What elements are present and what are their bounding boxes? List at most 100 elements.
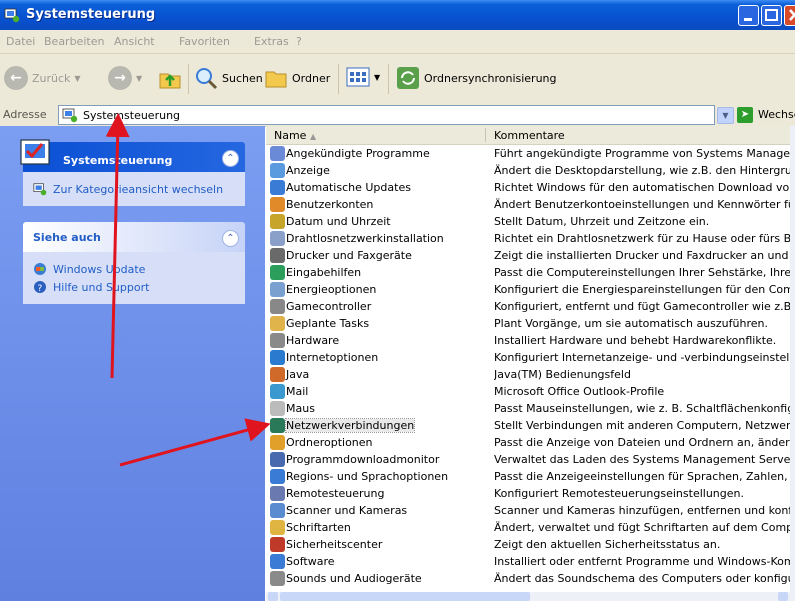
item-name: Ordneroptionen — [286, 436, 373, 449]
item-name: Sicherheitscenter — [286, 538, 383, 551]
list-item[interactable]: Remotesteuerung Konfiguriert Remotesteuer… — [266, 485, 790, 502]
list-item[interactable]: Schriftarten Ändert, verwaltet und fügt S… — [266, 519, 790, 536]
item-icon — [270, 248, 285, 263]
list-item[interactable]: Mail Microsoft Office Outlook-Profile — [266, 383, 790, 400]
list-item[interactable]: Geplante Tasks Plant Vorgänge, um sie aut… — [266, 315, 790, 332]
scroll-right-icon[interactable] — [778, 592, 788, 601]
list-item[interactable]: Programmdownloadmonitor Verwaltet das Lad… — [266, 451, 790, 468]
list-item[interactable]: Gamecontroller Konfiguriert, entfernt und… — [266, 298, 790, 315]
forward-button[interactable]: → ▼ — [108, 66, 142, 90]
sort-ascending-icon: ▲ — [309, 132, 317, 141]
list-item[interactable]: Energieoptionen Konfiguriert die Energies… — [266, 281, 790, 298]
list-item[interactable]: Automatische Updates Richtet Windows für … — [266, 179, 790, 196]
address-bar: Adresse Systemsteuerung ▼ ➤ Wechseln zu — [0, 104, 795, 127]
item-name: Automatische Updates — [286, 181, 411, 194]
item-name: Netzwerkverbindungen — [284, 418, 416, 433]
help-icon: ? — [34, 281, 46, 294]
window-title: Systemsteuerung — [26, 7, 156, 22]
address-input[interactable]: Systemsteuerung — [58, 105, 715, 125]
list-item[interactable]: Drucker und Faxgeräte Zeigt die installie… — [266, 247, 790, 264]
title-bar[interactable]: Systemsteuerung — [0, 0, 795, 30]
close-icon — [789, 9, 795, 21]
item-icon — [270, 452, 285, 467]
column-name-header[interactable]: Name ▲ — [274, 129, 316, 142]
item-icon — [270, 146, 285, 161]
menu-bar: Datei Bearbeiten Ansicht Favoriten Extra… — [0, 30, 795, 82]
item-icon — [270, 486, 285, 501]
list-item[interactable]: Datum und Uhrzeit Stellt Datum, Uhrzeit u… — [266, 213, 790, 230]
forward-arrow-icon: → — [108, 66, 132, 90]
item-icon — [270, 231, 285, 246]
item-name: Geplante Tasks — [286, 317, 370, 330]
menu-file[interactable]: Datei — [6, 35, 35, 48]
views-icon — [346, 67, 370, 87]
up-folder-button[interactable] — [158, 66, 182, 90]
item-icon — [270, 299, 285, 314]
back-dropdown-icon[interactable]: ▼ — [74, 74, 80, 83]
menu-extras[interactable]: Extras — [254, 35, 289, 48]
menu-help[interactable]: ? — [296, 35, 302, 48]
list-item[interactable]: Benutzerkonten Ändert Benutzerkontoeinste… — [266, 196, 790, 213]
search-label: Suchen — [222, 71, 263, 85]
forward-dropdown-icon[interactable]: ▼ — [136, 74, 142, 83]
folder-sync-button[interactable]: Ordnersynchronisierung — [396, 66, 557, 90]
folders-button[interactable]: Ordner — [264, 66, 330, 90]
search-button[interactable]: Suchen — [194, 66, 263, 90]
list-item[interactable]: Ordneroptionen Passt die Anzeige von Date… — [266, 434, 790, 451]
item-icon — [270, 214, 285, 229]
vertical-scrollbar[interactable] — [790, 126, 795, 592]
horizontal-scrollbar[interactable] — [266, 592, 795, 601]
column-comment-header[interactable]: Kommentare — [494, 129, 565, 142]
list-item[interactable]: Regions- und Sprachoptionen Passt die Anz… — [266, 468, 790, 485]
item-comment: Verwaltet das Laden des Systems Manageme… — [494, 453, 790, 466]
list-item[interactable]: Internetoptionen Konfiguriert Internetanz… — [266, 349, 790, 366]
help-support-link[interactable]: ? Hilfe und Support — [33, 278, 235, 296]
list-item[interactable]: Java Java(TM) Bedienungsfeld — [266, 366, 790, 383]
item-icon — [270, 282, 285, 297]
collapse-icon[interactable]: ⌃ — [222, 230, 239, 247]
maximize-button[interactable] — [761, 5, 782, 26]
list-item[interactable]: Sicherheitscenter Zeigt den aktuellen Sic… — [266, 536, 790, 553]
list-item[interactable]: Drahtlosnetzwerkinstallation Richtet ein … — [266, 230, 790, 247]
minimize-button[interactable] — [738, 5, 759, 26]
list-item[interactable]: Scanner und Kameras Scanner und Kameras h… — [266, 502, 790, 519]
list-item[interactable]: Angekündigte Programme Führt angekündigte… — [266, 145, 790, 162]
item-comment: Richtet ein Drahtlosnetzwerk für zu Haus… — [494, 232, 790, 245]
list-item[interactable]: Maus Passt Mauseinstellungen, wie z. B. S… — [266, 400, 790, 417]
scroll-thumb[interactable] — [280, 592, 530, 601]
list-item[interactable]: Netzwerkverbindungen Stellt Verbindungen … — [266, 417, 790, 434]
close-button[interactable] — [784, 5, 795, 26]
list-item[interactable]: Eingabehilfen Passt die Computereinstellu… — [266, 264, 790, 281]
item-name: Java — [286, 368, 310, 381]
menu-favorites[interactable]: Favoriten — [179, 35, 230, 48]
item-comment: Stellt Verbindungen mit anderen Computer… — [494, 419, 790, 432]
back-button[interactable]: ← Zurück ▼ — [4, 66, 81, 90]
address-dropdown-icon[interactable]: ▼ — [717, 107, 734, 124]
menu-edit[interactable]: Bearbeiten — [44, 35, 104, 48]
list-item[interactable]: Hardware Installiert Hardware und behebt … — [266, 332, 790, 349]
item-comment: Plant Vorgänge, um sie automatisch auszu… — [494, 317, 768, 330]
views-button[interactable]: ▼ — [346, 66, 380, 88]
go-button[interactable]: Wechseln zu — [758, 108, 795, 121]
go-arrow-icon[interactable]: ➤ — [737, 107, 753, 123]
item-name: Maus — [286, 402, 315, 415]
list-item[interactable]: Sounds und Audiogeräte Ändert das Soundsc… — [266, 570, 790, 587]
item-comment: Ändert, verwaltet und fügt Schriftarten … — [494, 521, 790, 534]
item-icon — [270, 350, 285, 365]
item-comment: Passt die Anzeigeeinstellungen für Sprac… — [494, 470, 790, 483]
control-panel-section-header[interactable]: Systemsteuerung ⌃ — [20, 139, 245, 172]
item-comment: Führt angekündigte Programme von Systems… — [494, 147, 790, 160]
minimize-icon — [744, 18, 752, 21]
item-name: Benutzerkonten — [286, 198, 374, 211]
scroll-left-icon[interactable] — [268, 592, 278, 601]
item-icon — [270, 537, 285, 552]
switch-category-view-link[interactable]: Zur Kategorieansicht wechseln — [33, 180, 235, 198]
collapse-icon[interactable]: ⌃ — [222, 150, 239, 167]
menu-view[interactable]: Ansicht — [114, 35, 155, 48]
list-item[interactable]: Anzeige Ändert die Desktopdarstellung, wi… — [266, 162, 790, 179]
list-item[interactable]: Software Installiert oder entfernt Progra… — [266, 553, 790, 570]
item-icon — [270, 180, 285, 195]
see-also-section-header[interactable]: Siehe auch ⌃ — [23, 222, 245, 252]
windows-update-link[interactable]: Windows Update — [33, 260, 235, 278]
maximize-icon — [765, 9, 778, 21]
